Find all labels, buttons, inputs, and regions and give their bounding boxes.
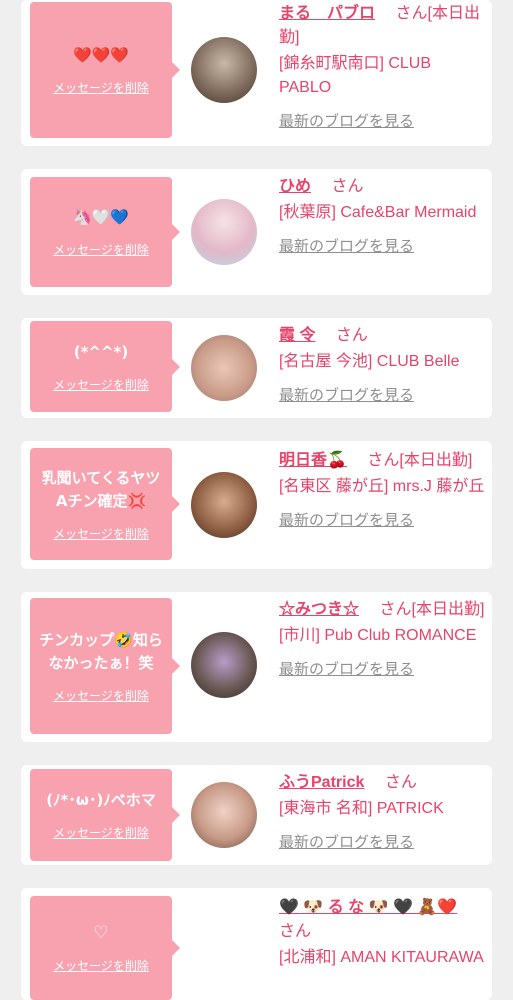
- delete-message-link[interactable]: メッセージを削除: [53, 957, 149, 974]
- profile-name-link[interactable]: まる パブロ: [279, 5, 375, 22]
- honorific: さん: [367, 452, 400, 469]
- message-bubble: 乳聞いてくるヤツAチン確定💢 メッセージを削除: [30, 448, 180, 560]
- message-card: ♡ メッセージを削除 🖤 🐶 る な 🐶 🖤 🧸❤️ さん [北浦和] AMAN…: [21, 888, 492, 1000]
- blog-link[interactable]: 最新のブログを見る: [279, 831, 487, 855]
- message-bubble: (ﾉ*･ω･)ﾉベホマ メッセージを削除: [30, 769, 180, 861]
- message-bubble: ❤️❤️❤️ メッセージを削除: [30, 2, 180, 138]
- delete-message-link[interactable]: メッセージを削除: [53, 525, 149, 542]
- status-text: [本日出勤]: [399, 452, 473, 469]
- profile-info: 霞 令 さん [名古屋 今池] CLUB Belle 最新のブログを見る: [279, 324, 487, 408]
- message-text: (ﾉ*･ω･)ﾉベホマ: [46, 791, 156, 809]
- message-card: ❤️❤️❤️ メッセージを削除 まる パブロ さん[本日出勤] [錦糸町駅南口]…: [21, 0, 492, 146]
- delete-message-link[interactable]: メッセージを削除: [53, 824, 149, 841]
- shop-text: [錦糸町駅南口] CLUB PABLO: [279, 55, 432, 96]
- profile-name-link[interactable]: ふうPatrick: [279, 774, 364, 791]
- blog-link[interactable]: 最新のブログを見る: [279, 509, 487, 533]
- blog-link[interactable]: 最新のブログを見る: [279, 384, 487, 408]
- profile-name-link[interactable]: ☆みつき☆: [279, 601, 359, 618]
- shop-text: [市川] Pub Club ROMANCE: [279, 627, 477, 644]
- profile-name-link[interactable]: ひめ: [279, 178, 311, 195]
- profile-name-link[interactable]: 霞 令: [279, 327, 315, 344]
- blog-link[interactable]: 最新のブログを見る: [279, 110, 487, 134]
- profile-info: 🖤 🐶 る な 🐶 🖤 🧸❤️ さん [北浦和] AMAN KITAURAWA: [279, 896, 487, 970]
- delete-message-link[interactable]: メッセージを削除: [53, 79, 149, 96]
- message-card: (ﾉ*･ω･)ﾉベホマ メッセージを削除 ふうPatrick さん [東海市 名…: [21, 765, 492, 865]
- profile-info: ふうPatrick さん [東海市 名和] PATRICK 最新のブログを見る: [279, 771, 487, 855]
- blog-link[interactable]: 最新のブログを見る: [279, 235, 487, 259]
- honorific: さん: [331, 178, 364, 195]
- shop-text: [名古屋 今池] CLUB Belle: [279, 353, 460, 370]
- message-text: ♡: [93, 923, 109, 943]
- message-bubble: 🦄🤍💙 メッセージを削除: [30, 177, 180, 287]
- blog-link[interactable]: 最新のブログを見る: [279, 658, 487, 682]
- profile-name-link[interactable]: 明日香🍒: [279, 452, 347, 469]
- honorific: さん: [335, 327, 368, 344]
- profile-info: ひめ さん [秋葉原] Cafe&Bar Mermaid 最新のブログを見る: [279, 175, 487, 259]
- message-card: (*^^*) メッセージを削除 霞 令 さん [名古屋 今池] CLUB Bel…: [21, 318, 492, 418]
- avatar[interactable]: [191, 199, 257, 265]
- delete-message-link[interactable]: メッセージを削除: [53, 376, 149, 393]
- message-card: 乳聞いてくるヤツAチン確定💢 メッセージを削除 明日香🍒 さん[本日出勤] [名…: [21, 441, 492, 569]
- shop-text: [秋葉原] Cafe&Bar Mermaid: [279, 204, 477, 221]
- message-card: 🦄🤍💙 メッセージを削除 ひめ さん [秋葉原] Cafe&Bar Mermai…: [21, 169, 492, 295]
- message-text: チンカップ🤣知らなかったぁ！笑: [39, 630, 163, 672]
- shop-text: [北浦和] AMAN KITAURAWA: [279, 949, 484, 966]
- message-bubble: チンカップ🤣知らなかったぁ！笑 メッセージを削除: [30, 598, 180, 734]
- message-card: チンカップ🤣知らなかったぁ！笑 メッセージを削除 ☆みつき☆ さん[本日出勤] …: [21, 592, 492, 742]
- message-text: 🦄🤍💙: [72, 208, 130, 226]
- delete-message-link[interactable]: メッセージを削除: [53, 241, 149, 258]
- message-text: 乳聞いてくるヤツAチン確定💢: [41, 468, 161, 510]
- message-text: (*^^*): [73, 342, 129, 361]
- avatar[interactable]: [191, 335, 257, 401]
- avatar[interactable]: [191, 37, 257, 103]
- honorific: さん: [379, 601, 412, 618]
- honorific: さん: [395, 5, 428, 22]
- profile-name-link[interactable]: 🖤 🐶 る な 🐶 🖤 🧸❤️: [279, 899, 457, 916]
- profile-info: ☆みつき☆ さん[本日出勤] [市川] Pub Club ROMANCE 最新の…: [279, 598, 487, 682]
- delete-message-link[interactable]: メッセージを削除: [53, 687, 149, 704]
- avatar[interactable]: [191, 932, 257, 998]
- profile-info: まる パブロ さん[本日出勤] [錦糸町駅南口] CLUB PABLO 最新のブ…: [279, 2, 487, 134]
- message-text: ❤️❤️❤️: [72, 46, 130, 64]
- avatar[interactable]: [191, 472, 257, 538]
- honorific: さん: [384, 774, 417, 791]
- status-text: [本日出勤]: [411, 601, 485, 618]
- shop-text: [名東区 藤が丘] mrs.J 藤が丘: [279, 478, 485, 495]
- message-bubble: ♡ メッセージを削除: [30, 896, 180, 1000]
- shop-text: [東海市 名和] PATRICK: [279, 800, 444, 817]
- avatar[interactable]: [191, 632, 257, 698]
- message-bubble: (*^^*) メッセージを削除: [30, 321, 180, 412]
- profile-info: 明日香🍒 さん[本日出勤] [名東区 藤が丘] mrs.J 藤が丘 最新のブログ…: [279, 449, 487, 533]
- avatar[interactable]: [191, 782, 257, 848]
